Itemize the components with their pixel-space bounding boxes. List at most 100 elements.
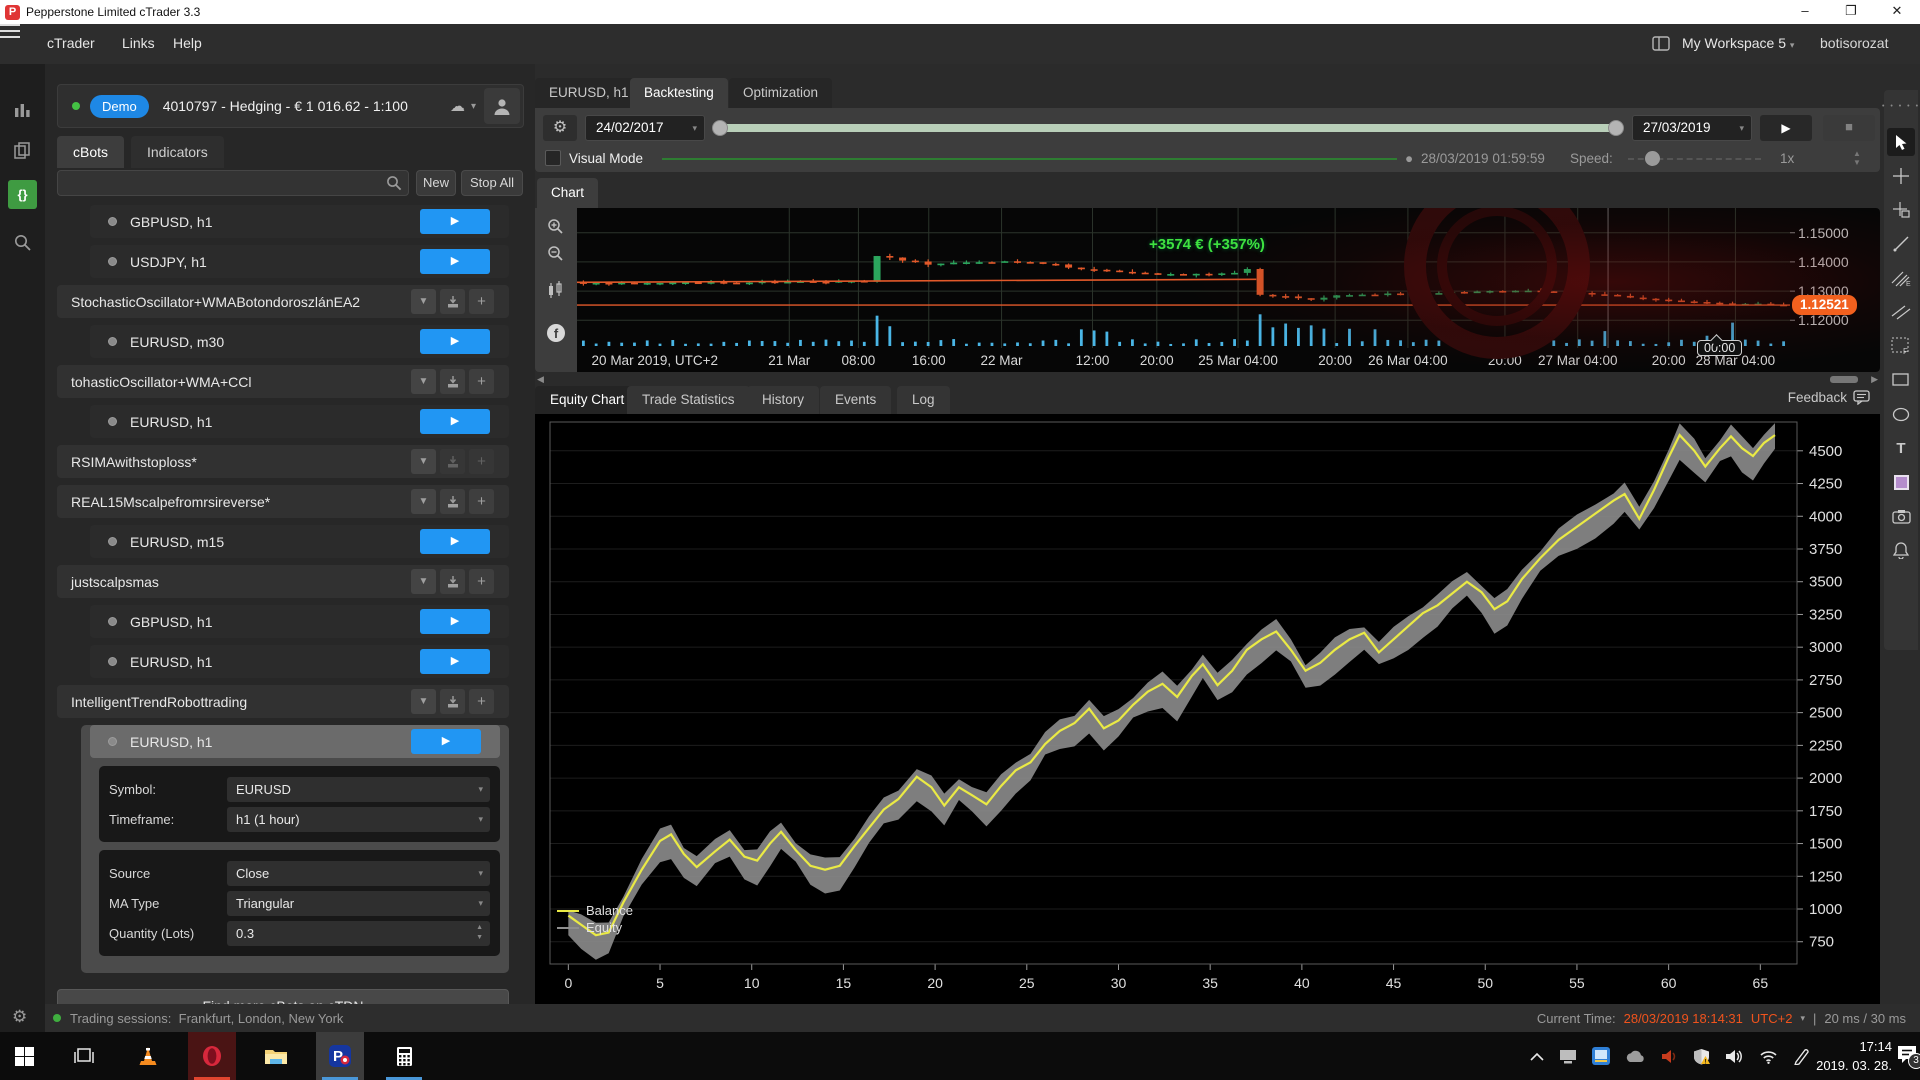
start-cbot-button[interactable]: ▶ xyxy=(420,249,490,274)
volume-mixer-red-icon[interactable] xyxy=(1661,1049,1678,1064)
parameter-select[interactable]: Triangular▾ xyxy=(227,891,490,916)
chevron-down-icon[interactable]: ▾ xyxy=(478,861,483,886)
stepper-arrows-icon[interactable]: ▲▼ xyxy=(476,923,483,943)
parameter-stepper[interactable]: 0.3▲▼ xyxy=(227,921,490,946)
cbot-instance-row[interactable]: EURUSD, m15▶ xyxy=(90,525,509,558)
speaker-icon[interactable] xyxy=(1725,1049,1744,1064)
expand-chevron-icon[interactable]: ▼ xyxy=(411,569,436,594)
pen-icon[interactable] xyxy=(1793,1048,1810,1065)
new-cbot-button[interactable]: New xyxy=(416,170,456,196)
tab-log[interactable]: Log xyxy=(897,386,950,414)
stop-all-button[interactable]: Stop All xyxy=(461,170,523,196)
add-instance-icon[interactable]: + xyxy=(469,569,494,594)
chart-hscrollbar[interactable]: ◀ ▶ xyxy=(535,374,1880,386)
close-button[interactable]: ✕ xyxy=(1874,0,1920,24)
range-start-handle[interactable] xyxy=(712,120,728,136)
chart-style-icon[interactable] xyxy=(547,280,565,300)
cbot-instance-row[interactable]: EURUSD, h1▶ xyxy=(90,645,509,678)
settings-gear-icon[interactable]: ⚙ xyxy=(12,1007,27,1027)
task-view-button[interactable] xyxy=(60,1032,108,1080)
cbot-instance-row[interactable]: EURUSD, m30▶ xyxy=(90,325,509,358)
start-button[interactable] xyxy=(0,1032,48,1080)
onedrive-cloud-icon[interactable] xyxy=(1625,1050,1646,1063)
expand-chevron-icon[interactable]: ▼ xyxy=(411,369,436,394)
text-tool-icon[interactable]: T xyxy=(1887,434,1915,462)
start-date-select[interactable]: 24/02/2017▾ xyxy=(585,115,705,141)
cbot-row[interactable]: IntelligentTrendRobottrading▼+ xyxy=(57,685,509,718)
start-cbot-button[interactable]: ▶ xyxy=(420,409,490,434)
start-cbot-button[interactable]: ▶ xyxy=(420,529,490,554)
trendline-icon[interactable] xyxy=(1887,230,1915,258)
cbots-code-icon[interactable]: {} xyxy=(8,180,37,209)
hamburger-menu-icon[interactable] xyxy=(0,24,20,38)
chevron-down-icon[interactable]: ▾ xyxy=(478,807,483,832)
stop-backtest-button[interactable]: ■ xyxy=(1823,115,1875,141)
equity-chart[interactable]: 7501000125015001750200022502500275030003… xyxy=(535,414,1880,1004)
tab-optimization[interactable]: Optimization xyxy=(729,78,832,108)
cbot-instance-row[interactable]: USDJPY, h1▶ xyxy=(90,245,509,278)
start-cbot-button[interactable]: ▶ xyxy=(420,209,490,234)
play-backtest-button[interactable]: ▶ xyxy=(1760,115,1812,141)
price-chart[interactable]: 1.150001.140001.130001.1200020 Mar 2019,… xyxy=(577,208,1880,372)
backtest-icon[interactable] xyxy=(440,369,465,394)
fibonacci-icon[interactable]: F xyxy=(1887,332,1915,360)
chevron-up-icon[interactable] xyxy=(1530,1052,1544,1061)
start-cbot-button[interactable]: ▶ xyxy=(420,649,490,674)
tab-events[interactable]: Events xyxy=(820,386,891,414)
cbot-instance-row[interactable]: GBPUSD, h1▶ xyxy=(90,605,509,638)
visual-mode-checkbox[interactable] xyxy=(545,150,561,166)
timezone-value[interactable]: UTC+2 xyxy=(1751,1011,1793,1026)
add-instance-icon[interactable]: + xyxy=(469,449,494,474)
camera-icon[interactable] xyxy=(1887,502,1915,530)
copy-pages-icon[interactable] xyxy=(8,136,37,165)
tab-history[interactable]: History xyxy=(747,386,819,414)
hscroll-thumb[interactable] xyxy=(1830,376,1858,383)
backtest-icon[interactable] xyxy=(440,289,465,314)
account-selector[interactable]: Demo 4010797 - Hedging - € 1 016.62 - 1:… xyxy=(57,84,524,128)
bell-icon[interactable] xyxy=(1887,536,1915,564)
backtest-icon[interactable] xyxy=(440,489,465,514)
zoom-in-icon[interactable] xyxy=(547,218,565,236)
color-swatch-icon[interactable] xyxy=(1887,468,1915,496)
date-range-slider[interactable] xyxy=(716,124,1620,132)
monitor-icon[interactable] xyxy=(1559,1049,1577,1064)
backtest-icon[interactable] xyxy=(440,689,465,714)
range-end-handle[interactable] xyxy=(1608,120,1624,136)
end-date-select[interactable]: 27/03/2019▾ xyxy=(1632,115,1752,141)
cbot-instance-row[interactable]: GBPUSD, h1▶ xyxy=(90,205,509,238)
crosshair-icon[interactable] xyxy=(1887,162,1915,190)
tab-indicators[interactable]: Indicators xyxy=(131,136,224,168)
chevron-down-icon[interactable]: ▾ xyxy=(478,891,483,916)
feedback-button[interactable]: Feedback xyxy=(1788,390,1870,405)
menu-help[interactable]: Help xyxy=(173,35,202,51)
ime-icon[interactable] xyxy=(1592,1047,1610,1065)
tab-cbots[interactable]: cBots xyxy=(57,136,124,168)
cbot-instance-row[interactable]: EURUSD, h1▶ xyxy=(90,405,509,438)
tab-chart[interactable]: Chart xyxy=(537,178,598,208)
menu-ctrader[interactable]: cTrader xyxy=(47,35,95,51)
minimize-button[interactable]: – xyxy=(1782,0,1828,24)
tab-symbol-chart[interactable]: EURUSD, h1 xyxy=(535,78,643,108)
expand-chevron-icon[interactable]: ▼ xyxy=(411,689,436,714)
speed-stepper[interactable]: ▲▼ xyxy=(1853,149,1861,167)
backtest-settings-button[interactable]: ⚙ xyxy=(543,115,577,141)
algo-trade-icon[interactable] xyxy=(8,94,37,123)
scroll-right-icon[interactable]: ▶ xyxy=(1871,374,1878,385)
vlc-taskbar-icon[interactable] xyxy=(124,1032,172,1080)
speed-slider-handle[interactable] xyxy=(1645,151,1660,166)
facebook-icon[interactable]: f xyxy=(546,323,566,343)
market-scanner-icon[interactable] xyxy=(8,228,37,257)
calculator-taskbar-icon[interactable] xyxy=(380,1032,428,1080)
parameter-select[interactable]: EURUSD▾ xyxy=(227,777,490,802)
add-instance-icon[interactable]: + xyxy=(469,289,494,314)
start-cbot-button[interactable]: ▶ xyxy=(420,609,490,634)
explorer-taskbar-icon[interactable] xyxy=(252,1032,300,1080)
tab-equity-chart[interactable]: Equity Chart xyxy=(535,386,639,414)
cbot-row[interactable]: justscalpsmas▼+ xyxy=(57,565,509,598)
cbot-row[interactable]: tohasticOscillator+WMA+CCl▼+ xyxy=(57,365,509,398)
parallel-lines-icon[interactable] xyxy=(1887,298,1915,326)
ellipse-icon[interactable] xyxy=(1887,400,1915,428)
chevron-down-icon[interactable]: ▾ xyxy=(478,777,483,802)
parameter-select[interactable]: h1 (1 hour)▾ xyxy=(227,807,490,832)
cbot-row[interactable]: REAL15Mscalpefromrsireverse*▼+ xyxy=(57,485,509,518)
